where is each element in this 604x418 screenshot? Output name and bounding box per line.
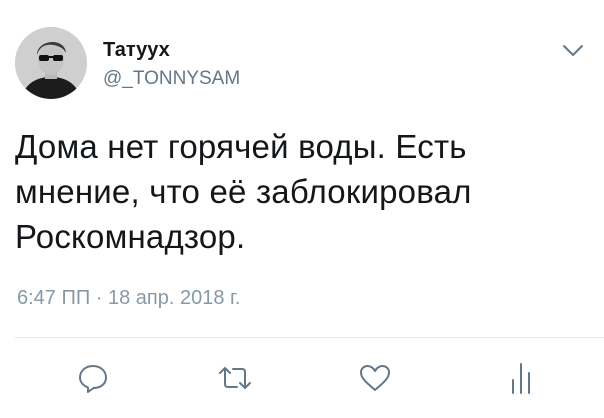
user-handle[interactable]: @_TONNYSAM <box>103 67 240 91</box>
divider <box>15 337 604 338</box>
avatar[interactable] <box>15 27 87 99</box>
analytics-bars-icon <box>512 363 530 394</box>
reply-button[interactable] <box>73 358 113 398</box>
heart-icon <box>360 365 390 391</box>
retweet-icon <box>219 367 251 389</box>
timestamp[interactable]: 6:47 ПП · 18 апр. 2018 г. <box>17 285 240 311</box>
display-name[interactable]: Татуух <box>103 38 170 62</box>
retweet-button[interactable] <box>213 358 257 398</box>
tweet-text-line: Дома нет горячей воды. Есть <box>15 128 467 165</box>
like-button[interactable] <box>355 358 395 398</box>
tweet-text: Дома нет горячей воды. Есть мнение, что … <box>15 124 590 259</box>
tweet-card: Татуух @_TONNYSAM Дома нет горячей воды.… <box>0 0 604 418</box>
analytics-button[interactable] <box>503 358 539 398</box>
chevron-down-icon[interactable] <box>559 38 587 62</box>
reply-bubble-icon <box>79 365 107 393</box>
tweet-text-line: мнение, что её заблокировал <box>15 173 472 210</box>
tweet-text-line: Роскомнадзор. <box>15 218 246 255</box>
